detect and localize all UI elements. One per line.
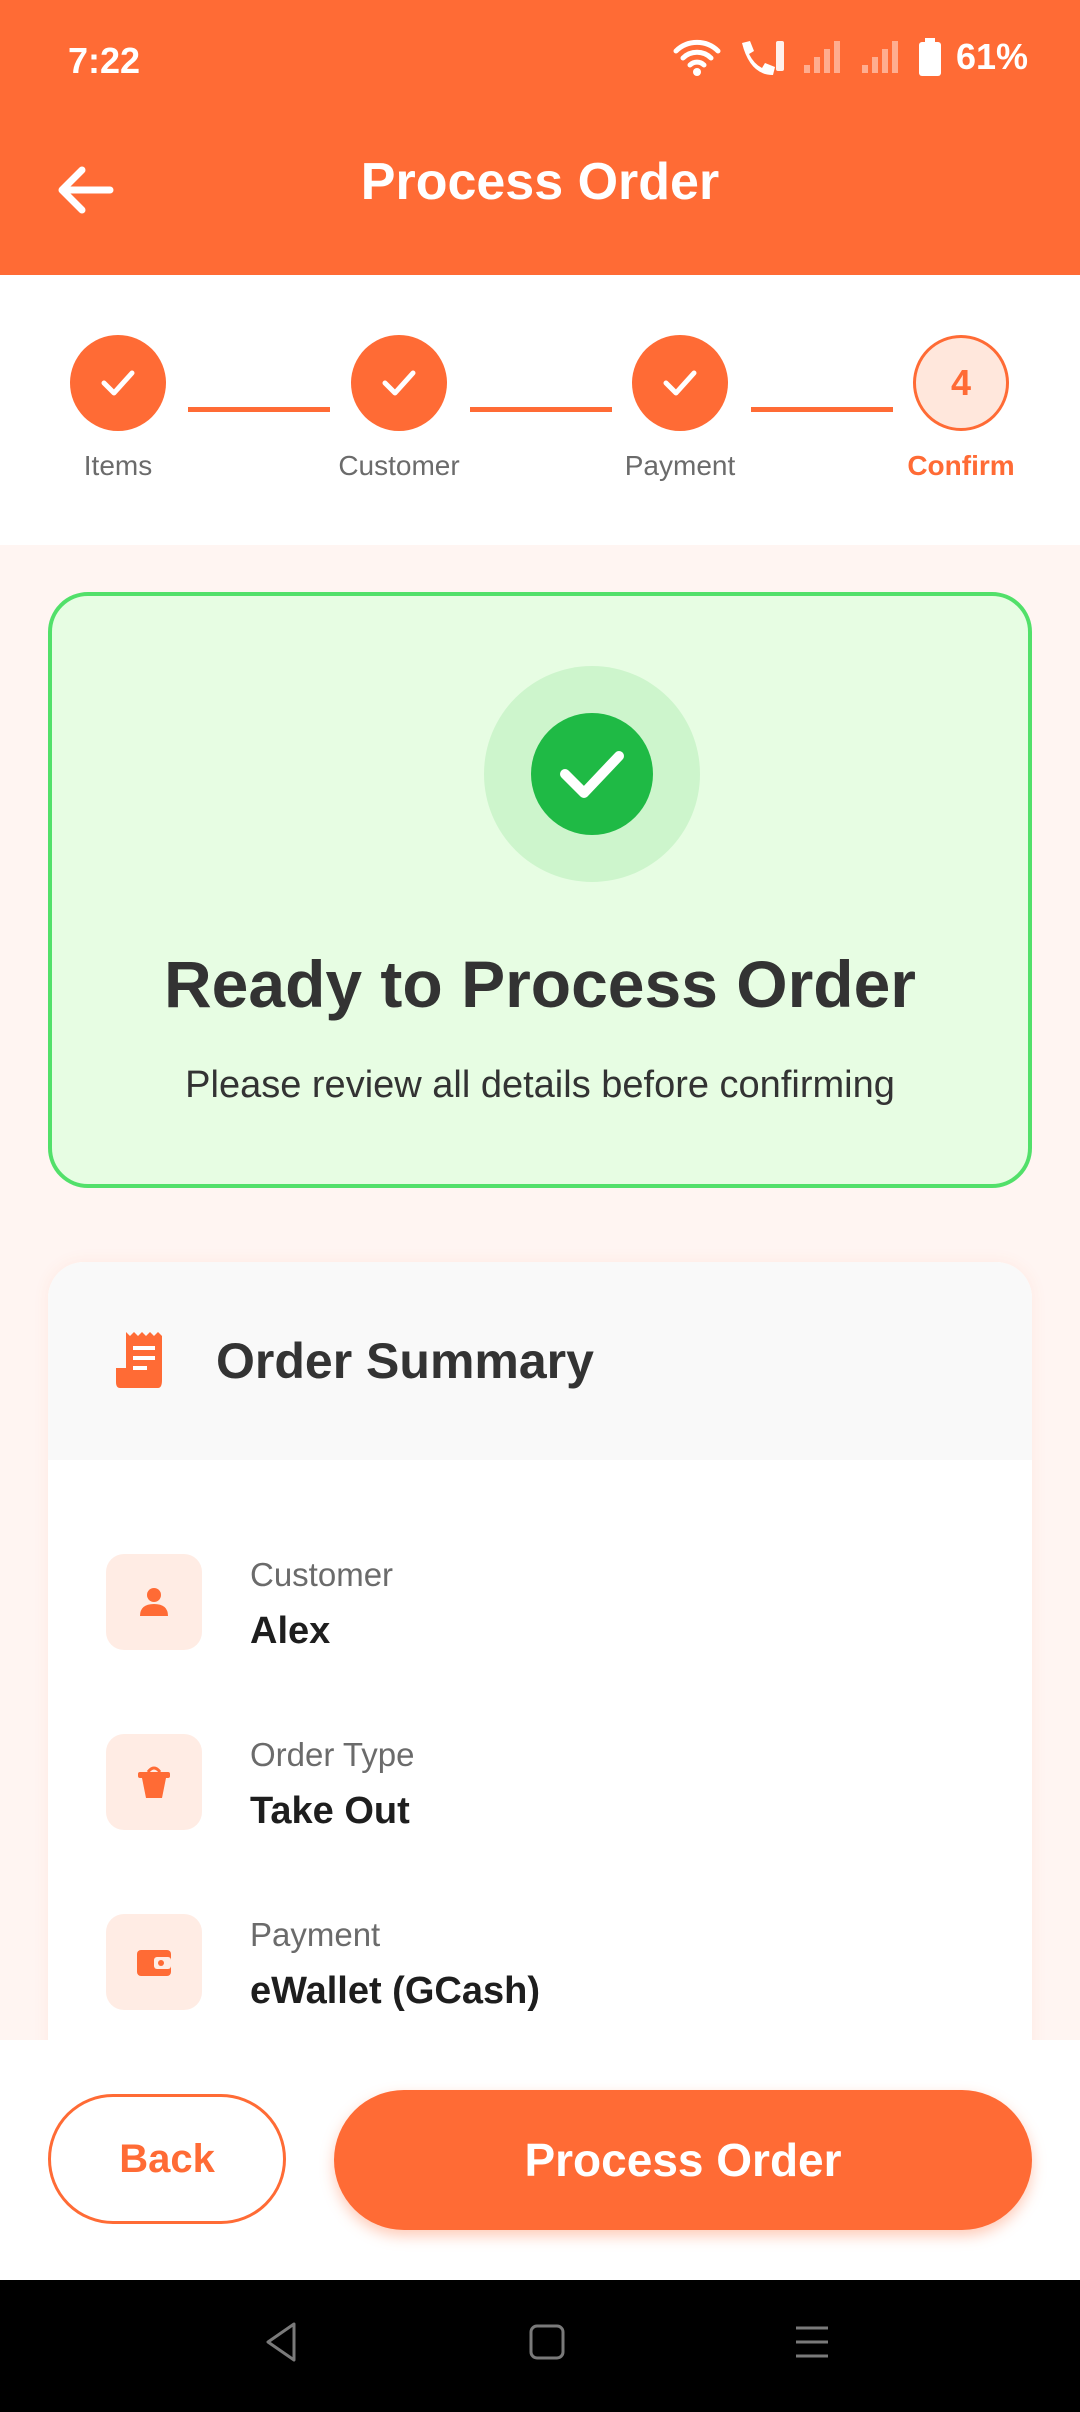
summary-value-order-type: Take Out <box>250 1790 410 1832</box>
step-connector <box>188 407 330 412</box>
wifi-calling-icon <box>741 41 784 75</box>
app-header: 7:22 61% Process Order <box>0 0 1080 275</box>
summary-label: Order Type <box>250 1736 415 1773</box>
success-badge <box>484 666 700 882</box>
takeout-icon-badge <box>106 1734 202 1830</box>
person-icon-badge <box>106 1554 202 1650</box>
step-label-customer: Customer <box>338 450 460 481</box>
ready-subtitle: Please review all details before confirm… <box>185 1064 895 1106</box>
summary-label: Payment <box>250 1916 381 1953</box>
step-connector <box>751 407 893 412</box>
summary-row-payment: Payment eWallet (GCash) <box>106 1914 1006 2034</box>
back-button[interactable]: Back <box>48 2094 286 2224</box>
status-time: 7:22 <box>68 40 141 81</box>
nav-back-icon[interactable] <box>262 2320 300 2364</box>
battery-icon <box>918 38 941 76</box>
summary-row-customer: Customer Alex <box>106 1554 1006 1674</box>
wallet-icon <box>137 1950 171 1976</box>
order-summary-header: Order Summary <box>48 1262 1032 1460</box>
summary-value-payment: eWallet (GCash) <box>250 1970 540 2012</box>
summary-value-customer: Alex <box>250 1610 331 1652</box>
wifi-icon <box>673 39 721 76</box>
page-title: Process Order <box>360 153 720 211</box>
ready-card: Ready to Process Order Please review all… <box>48 592 1032 1188</box>
process-order-button[interactable]: Process Order <box>334 2090 1032 2230</box>
check-icon <box>101 370 135 396</box>
signal-1-icon <box>803 41 840 73</box>
step-customer-check <box>351 335 447 431</box>
status-icons: 61% <box>672 36 1028 78</box>
receipt-icon <box>116 1332 162 1388</box>
check-circle-icon <box>560 751 624 798</box>
nav-recents-icon[interactable] <box>792 2320 832 2364</box>
step-payment-check <box>632 335 728 431</box>
summary-row-order-type: Order Type Take Out <box>106 1734 1006 1854</box>
takeout-icon <box>138 1766 170 1798</box>
step-items-check <box>70 335 166 431</box>
system-nav-bar <box>0 2280 1080 2412</box>
battery-percent: 61% <box>955 36 1028 77</box>
step-label-confirm: Confirm <box>907 450 1015 481</box>
wallet-icon-badge <box>106 1914 202 2010</box>
summary-label: Customer <box>250 1556 394 1593</box>
check-icon <box>382 370 416 396</box>
order-summary-title: Order Summary <box>216 1333 594 1389</box>
step-label-items: Items <box>83 450 153 481</box>
person-icon <box>140 1588 168 1616</box>
action-bar: Back Process Order <box>0 2040 1080 2280</box>
nav-home-icon[interactable] <box>527 2320 567 2364</box>
step-label-payment: Payment <box>624 450 736 481</box>
step-confirm-number: 4 <box>913 335 1009 431</box>
signal-2-icon <box>861 41 898 73</box>
ready-title: Ready to Process Order <box>164 947 916 1021</box>
check-icon <box>663 370 697 396</box>
step-connector <box>470 407 612 412</box>
